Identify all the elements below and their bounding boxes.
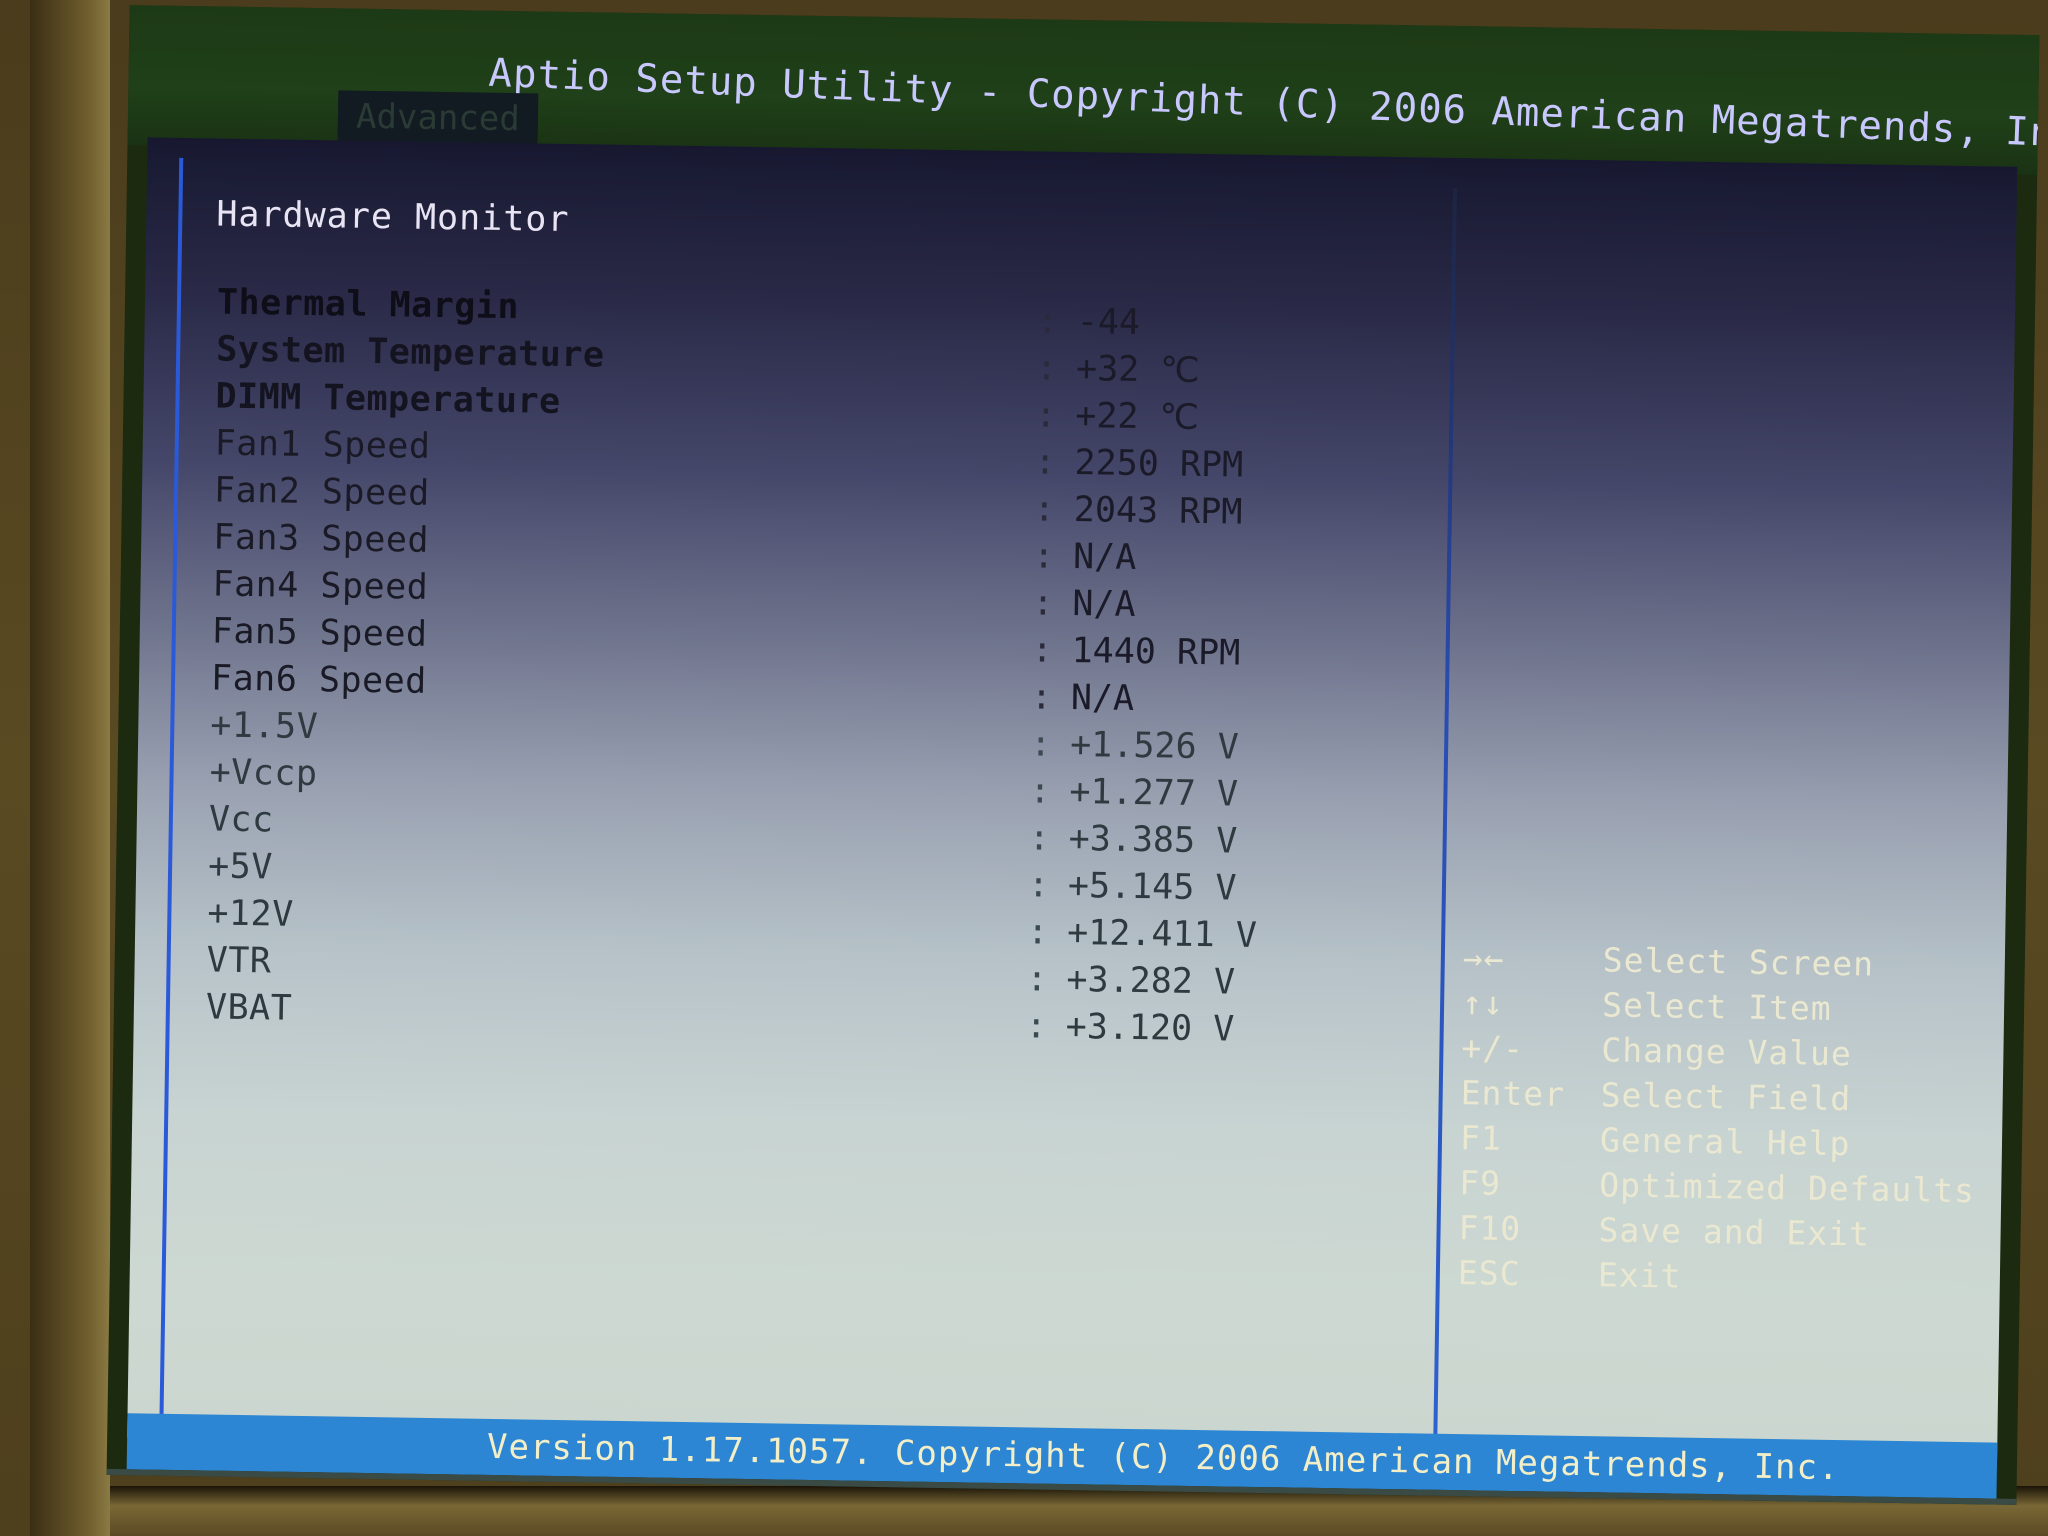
help-desc: General Help <box>1599 1120 1851 1164</box>
reading-value: N/A <box>1070 677 1135 719</box>
reading-value: 2250 RPM <box>1074 442 1244 486</box>
help-key: F10 <box>1458 1208 1522 1249</box>
reading-value: +5.145 V <box>1067 865 1237 909</box>
help-key: F9 <box>1459 1163 1502 1203</box>
main-panel: Hardware Monitor Thermal Margin : -44 Sy… <box>127 137 2018 1467</box>
reading-value: N/A <box>1072 583 1136 625</box>
reading-value: 1440 RPM <box>1071 630 1241 674</box>
help-row-select-field: Enter Select Field <box>1460 1073 1981 1126</box>
tab-advanced[interactable]: Advanced <box>337 90 539 146</box>
reading-value: +3.120 V <box>1065 1006 1235 1050</box>
reading-label: Fan1 Speed <box>214 423 431 467</box>
left-right-arrows-icon: →← <box>1462 938 1505 978</box>
reading-separator: : <box>1034 442 1056 483</box>
reading-label: Fan2 Speed <box>213 470 431 514</box>
help-key: +/- <box>1461 1028 1525 1069</box>
bios-screen: Aptio Setup Utility - Copyright (C) 2006… <box>106 5 2040 1505</box>
reading-value: +32 ℃ <box>1075 349 1200 391</box>
reading-separator: : <box>1032 536 1055 577</box>
help-desc: Change Value <box>1601 1030 1853 1074</box>
help-divider <box>1433 187 1457 1450</box>
section-title: Hardware Monitor <box>216 194 570 241</box>
help-row-save-and-exit: F10 Save and Exit <box>1458 1208 1979 1261</box>
reading-separator: : <box>1026 912 1049 953</box>
help-row-general-help: F1 General Help <box>1460 1118 1981 1171</box>
reading-separator: : <box>1029 724 1052 765</box>
help-desc: Save and Exit <box>1598 1210 1871 1254</box>
reading-label: Fan3 Speed <box>212 517 430 561</box>
help-row-select-item: ↑↓ Select Item <box>1462 983 1983 1036</box>
help-row-optimized-defaults: F9 Optimized Defaults <box>1459 1163 1980 1216</box>
reading-value: N/A <box>1072 536 1137 578</box>
help-desc: Select Field <box>1600 1075 1852 1119</box>
bezel-left-edge <box>30 0 110 1536</box>
reading-separator: : <box>1035 395 1057 436</box>
reading-label: +1.5V <box>210 705 319 748</box>
reading-separator: : <box>1033 489 1056 530</box>
reading-label: System Temperature <box>215 329 605 376</box>
help-row-exit: ESC Exit <box>1458 1253 1979 1306</box>
reading-value: +22 ℃ <box>1075 395 1200 438</box>
reading-value: +3.385 V <box>1068 818 1238 862</box>
reading-label: VTR <box>206 940 272 982</box>
help-key: ESC <box>1457 1253 1521 1294</box>
key-help-panel: →← Select Screen ↑↓ Select Item +/- Chan… <box>1458 938 1984 1306</box>
hardware-readings: Thermal Margin : -44 System Temperature … <box>206 283 1318 1052</box>
reading-value: +1.277 V <box>1069 771 1239 815</box>
reading-label: VBAT <box>205 987 293 1029</box>
reading-separator: : <box>1030 677 1053 718</box>
help-key: F1 <box>1459 1118 1503 1158</box>
reading-label: Thermal Margin <box>216 282 520 328</box>
reading-label: +5V <box>207 846 274 888</box>
reading-value: +12.411 V <box>1066 912 1258 956</box>
reading-separator: : <box>1026 959 1048 1000</box>
reading-value: +1.526 V <box>1069 724 1240 768</box>
help-desc: Select Item <box>1601 985 1832 1028</box>
help-row-select-screen: →← Select Screen <box>1462 938 1983 991</box>
reading-value: 2043 RPM <box>1073 489 1243 533</box>
reading-separator: : <box>1031 630 1054 671</box>
reading-separator: : <box>1027 865 1050 906</box>
reading-separator: : <box>1036 301 1059 342</box>
reading-label: Fan4 Speed <box>212 564 429 608</box>
help-desc: Optimized Defaults <box>1599 1165 1976 1211</box>
help-desc: Select Screen <box>1602 940 1875 984</box>
reading-label: Vcc <box>208 799 274 841</box>
help-row-change-value: +/- Change Value <box>1461 1028 1982 1081</box>
reading-label: Fan6 Speed <box>210 658 428 702</box>
help-desc: Exit <box>1597 1255 1682 1296</box>
up-down-arrows-icon: ↑↓ <box>1461 983 1505 1023</box>
reading-value: +3.282 V <box>1066 959 1236 1003</box>
reading-value: -44 <box>1076 302 1141 343</box>
reading-label: +12V <box>207 893 295 935</box>
reading-separator: : <box>1032 583 1054 624</box>
reading-separator: : <box>1025 1006 1048 1047</box>
reading-separator: : <box>1035 348 1058 389</box>
help-key: Enter <box>1460 1073 1566 1114</box>
bios-title: Aptio Setup Utility - Copyright (C) 2006… <box>487 50 2040 158</box>
reading-label: Fan5 Speed <box>211 611 428 655</box>
reading-separator: : <box>1029 771 1051 812</box>
reading-separator: : <box>1028 818 1051 859</box>
reading-label: DIMM Temperature <box>215 376 561 422</box>
reading-label: +Vccp <box>209 752 318 795</box>
